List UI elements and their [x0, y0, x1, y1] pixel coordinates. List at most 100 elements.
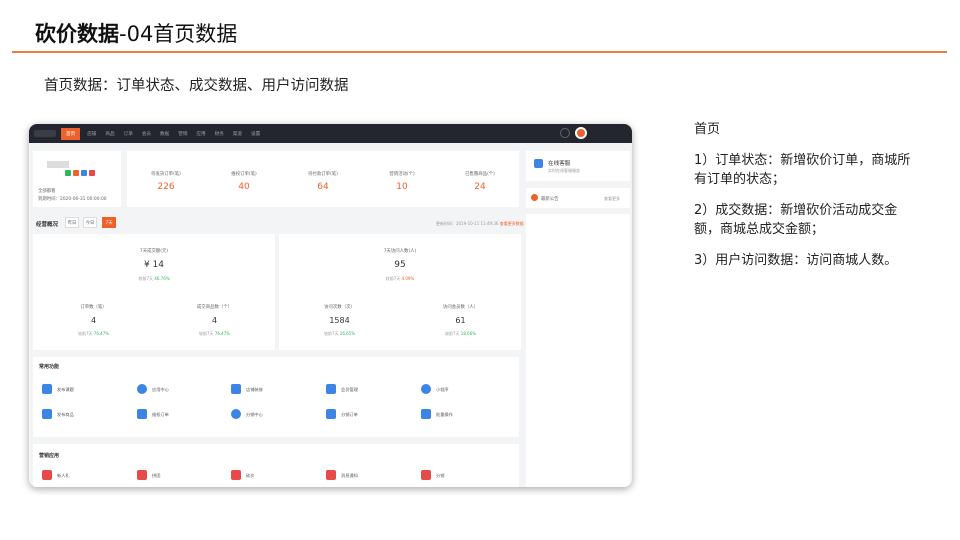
status-value: 226 [157, 182, 175, 192]
sub-label: 订单数（笔） [80, 305, 107, 310]
store-name-redacted [47, 161, 69, 168]
badge-icon [73, 170, 79, 176]
online-service-card[interactable]: 在线客服 实时在线客服服务 [526, 151, 630, 181]
update-time: 更新时间：2019-10-11 11:49:36 查看更多数据 [436, 221, 524, 227]
compare-label: 较前7天 [198, 331, 214, 336]
notice-more-link[interactable]: 查看更多 [604, 196, 620, 202]
compare-value: 76.47% [93, 331, 110, 336]
avatar[interactable] [575, 127, 587, 139]
deal-heading: 7天成交额(元) [139, 249, 169, 254]
compare-label: 较前7天 [444, 331, 460, 336]
compare-label: 较前7天 [323, 331, 339, 336]
nav-item-data[interactable]: 数据 [160, 131, 169, 137]
verified-icon [65, 170, 71, 176]
goods-icon [42, 409, 52, 419]
distribution-icon [231, 409, 241, 419]
status-value: 40 [238, 182, 250, 192]
nav-item-store[interactable]: 店铺 [87, 131, 96, 137]
notes-item-2: 2）成交数据：新增砍价活动成交金额，商城总成交金额； [694, 203, 898, 237]
tool-label: 砍价 [246, 473, 255, 478]
compare-value: 76.47% [214, 331, 231, 336]
slide-title-rest: -04首页数据 [119, 22, 238, 46]
sub-value: 4 [90, 316, 97, 325]
notice-card: 最新公告 查看更多 [526, 188, 630, 208]
visits-panel: 7天访问人数(人) 95 较前7天 4.09% 访问次数（次） 1584 较前7… [279, 234, 521, 350]
visits-compare: 较前7天 4.09% [279, 276, 521, 282]
tool-label: 分销 [436, 473, 445, 478]
nav-item-orders[interactable]: 订单 [124, 131, 133, 137]
nav-item-marketing[interactable]: 营销 [178, 131, 187, 137]
tab-today[interactable]: 今日 [83, 217, 97, 228]
visits-heading: 7天访问人数(人) [383, 249, 417, 254]
chat-icon [534, 159, 543, 168]
slide-subtitle: 首页数据：订单状态、成交数据、用户访问数据 [44, 78, 349, 94]
deal-value: ¥ 14 [143, 260, 165, 270]
status-label: 维权订单(笔) [231, 172, 257, 177]
status-label: 待发货订单(笔) [151, 172, 181, 177]
tool-label: 拼团 [152, 473, 161, 478]
top-navbar: 首页 店铺 商品 订单 会员 数据 营销 应用 财务 渠道 设置 [29, 124, 632, 143]
tab-yesterday[interactable]: 昨日 [65, 217, 79, 228]
notice-icon [531, 194, 538, 201]
marketing-title: 营销应用 [39, 453, 60, 459]
title-divider [12, 51, 947, 53]
admin-screenshot: 首页 店铺 商品 订单 会员 数据 营销 应用 财务 渠道 设置 全部都看 到期… [29, 124, 632, 487]
grid-icon [421, 409, 431, 419]
brush-icon [231, 384, 241, 394]
nav-item-home[interactable]: 首页 [61, 127, 81, 140]
wechat-icon [81, 170, 87, 176]
sub-compare: 较前7天 18.66% [400, 331, 521, 337]
nav-item-goods[interactable]: 商品 [105, 131, 114, 137]
tool-label: 发布商品 [57, 412, 74, 417]
common-functions-card: 常用功能 发布课题 应用中心 店铺装修 会员管理 小程序 发布商品 维权订单 分… [33, 357, 519, 437]
message-icon [326, 470, 336, 480]
status-label: 已售罄商品(个) [465, 172, 495, 177]
tool-label: 分销中心 [246, 412, 263, 417]
bargain-icon [231, 470, 241, 480]
help-icon[interactable] [560, 128, 570, 138]
list-icon [326, 409, 336, 419]
notes-gap [694, 239, 916, 251]
more-data-link[interactable]: 查看更多数据 [500, 221, 524, 226]
sub-compare: 较前7天 16.65% [279, 331, 400, 337]
notes-gap [694, 189, 916, 201]
notes-item-3: 3）用户访问数据：访问商城人数。 [694, 253, 898, 268]
tab-7days[interactable]: 7天 [102, 217, 116, 228]
tool-label: 应用中心 [152, 387, 169, 392]
notes-item-1: 1）订单状态：新增砍价订单，商城所有订单的状态； [694, 153, 911, 187]
gift-icon [42, 470, 52, 480]
tool-label: 消息通知 [341, 473, 358, 478]
tool-label: 发布课题 [57, 387, 74, 392]
nav-item-finance[interactable]: 财务 [215, 131, 224, 137]
sub-value: 4 [211, 316, 218, 325]
status-label: 待付款订单(笔) [308, 172, 338, 177]
store-expiry: 到期时间：2020-06-31 00:00:00 [38, 197, 107, 202]
nav-item-members[interactable]: 会员 [142, 131, 151, 137]
nav-item-channels[interactable]: 渠道 [233, 131, 242, 137]
notes-gap [694, 139, 916, 151]
order-icon [137, 409, 147, 419]
mini-program-icon [421, 384, 431, 394]
status-value: 24 [474, 182, 486, 192]
sub-label: 成交商品数（个） [196, 305, 233, 310]
compare-value: 46.76% [154, 276, 170, 281]
group-icon [137, 470, 147, 480]
visits-value: 95 [394, 260, 406, 270]
tool-label: 小程序 [436, 387, 449, 392]
sub-value: 61 [455, 316, 466, 325]
nav-item-apps[interactable]: 应用 [196, 131, 205, 137]
slide-title-bold: 砍价数据 [35, 22, 119, 46]
compare-label: 较前7天 [77, 331, 93, 336]
right-column-panel [526, 214, 630, 487]
tool-label: 维权订单 [152, 412, 169, 417]
tool-label: 新人礼 [57, 473, 70, 478]
status-value: 10 [396, 182, 408, 192]
nav-item-settings[interactable]: 设置 [251, 131, 260, 137]
service-title: 在线客服 [548, 161, 571, 167]
compare-value: 16.65% [339, 331, 356, 336]
sub-label: 访问会员数（人） [442, 305, 479, 310]
compare-value: 18.66% [460, 331, 477, 336]
compare-label: 较前7天 [385, 276, 401, 281]
slide-title: 砍价数据-04首页数据 [35, 18, 237, 48]
notes-panel: 首页 1）订单状态：新增砍价订单，商城所有订单的状态； 2）成交数据：新增砍价活… [694, 120, 916, 270]
